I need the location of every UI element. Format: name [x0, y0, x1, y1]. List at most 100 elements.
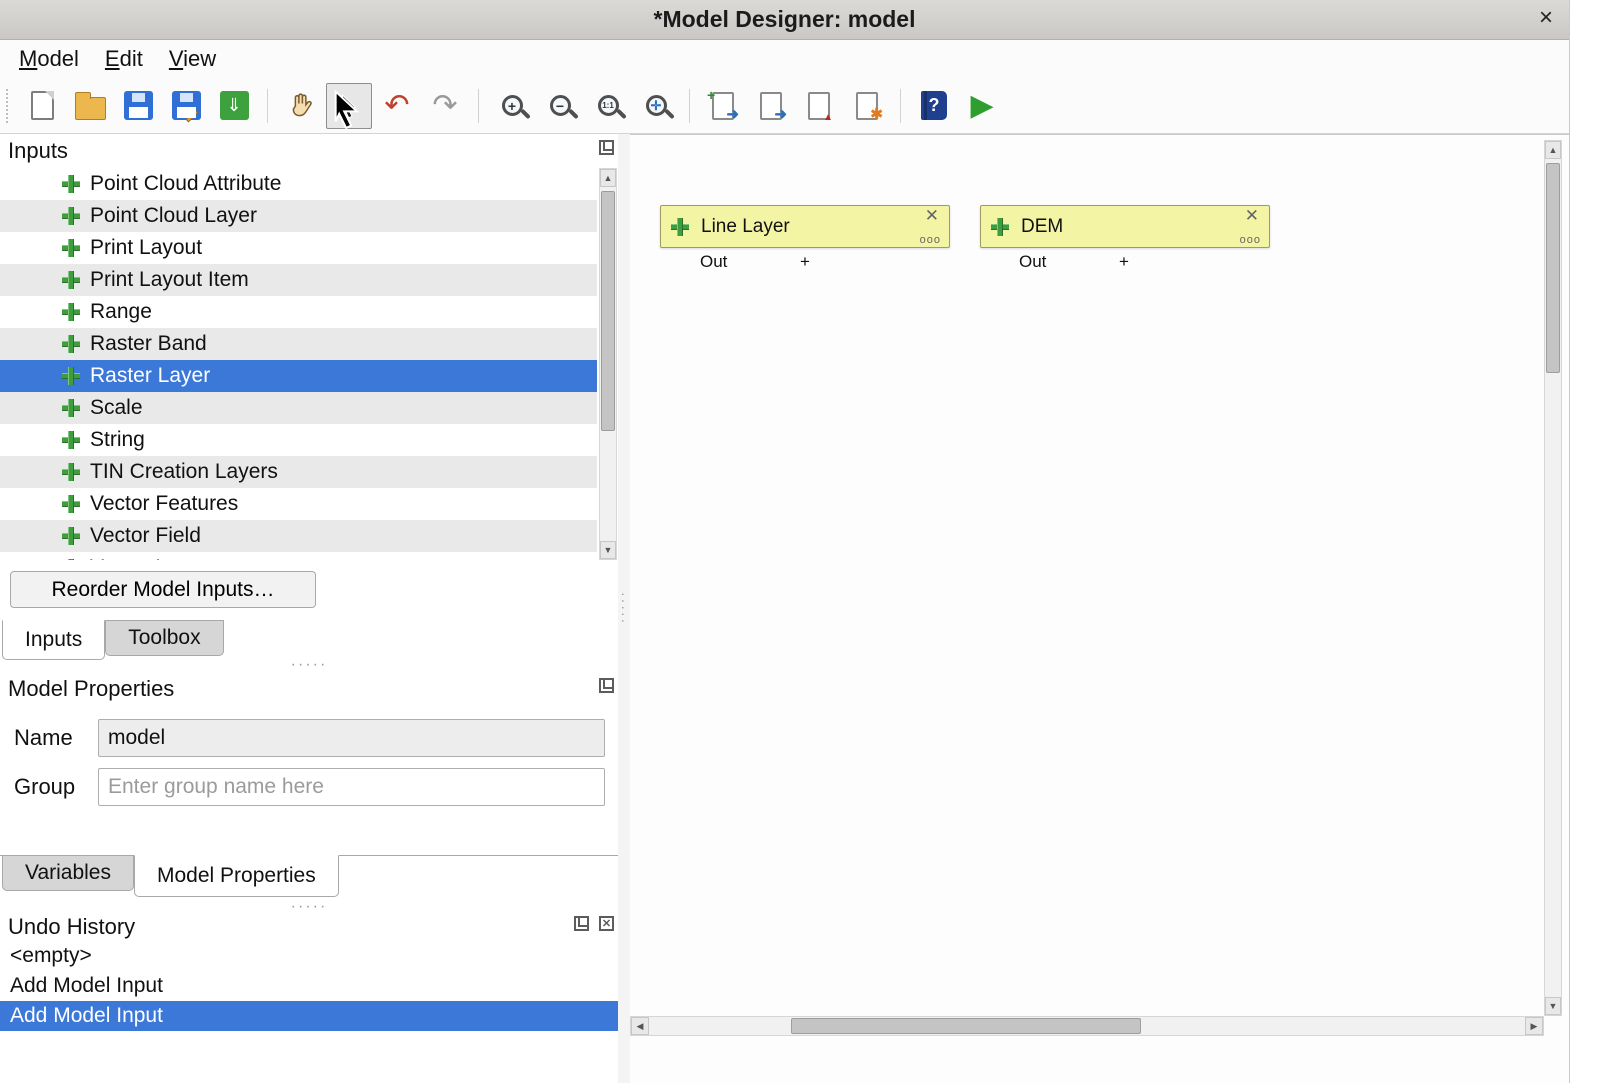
- zoom-in-icon: +: [502, 95, 523, 116]
- node-expand-toggle[interactable]: +: [1119, 252, 1129, 272]
- export-image-button[interactable]: +➜: [700, 83, 746, 129]
- toolbar: ↶ ↷ + − 1:1 ✛ +➜ ➜ ▲ ✱ ? ▶: [0, 78, 1569, 134]
- float-panel-icon[interactable]: [574, 916, 589, 931]
- scroll-right-icon[interactable]: ▶: [1525, 1017, 1543, 1035]
- scroll-down-icon[interactable]: ▼: [600, 541, 616, 559]
- undo-step-empty[interactable]: <empty>: [0, 941, 618, 971]
- input-type-label: Vector Field: [90, 524, 201, 548]
- panel-splitter-handle[interactable]: ·····: [0, 902, 618, 912]
- inputs-list: Point Cloud Attribute Point Cloud Layer …: [0, 168, 618, 560]
- help-icon: ?: [921, 91, 947, 120]
- node-comment-dots-icon[interactable]: ooo: [920, 234, 941, 246]
- tab-variables[interactable]: Variables: [2, 855, 134, 891]
- float-panel-icon[interactable]: [599, 678, 614, 693]
- properties-tabbar: Variables Model Properties: [0, 855, 618, 897]
- input-type-vector-layer[interactable]: Vector Layer: [0, 552, 597, 560]
- model-designer-window: *Model Designer: model × Model Edit View…: [0, 0, 1570, 1083]
- input-type-range[interactable]: Range: [0, 296, 597, 328]
- tab-toolbox[interactable]: Toolbox: [105, 620, 223, 656]
- window-title: *Model Designer: model: [654, 6, 916, 33]
- reorder-model-inputs-button[interactable]: Reorder Model Inputs…: [10, 571, 316, 608]
- input-type-point-cloud-attribute[interactable]: Point Cloud Attribute: [0, 168, 597, 200]
- remove-node-icon[interactable]: ✕: [925, 207, 939, 226]
- tab-inputs[interactable]: Inputs: [2, 620, 105, 660]
- redo-button[interactable]: ↷: [422, 83, 468, 129]
- input-type-raster-layer[interactable]: Raster Layer: [0, 360, 597, 392]
- help-button[interactable]: ?: [911, 83, 957, 129]
- input-type-label: TIN Creation Layers: [90, 460, 278, 484]
- input-type-vector-features[interactable]: Vector Features: [0, 488, 597, 520]
- save-model-as-button[interactable]: [163, 83, 209, 129]
- model-name-input[interactable]: [98, 719, 605, 757]
- scrollbar-thumb[interactable]: [1546, 163, 1560, 373]
- remove-node-icon[interactable]: ✕: [1245, 207, 1259, 226]
- menu-model[interactable]: Model: [6, 43, 92, 75]
- input-type-vector-field[interactable]: Vector Field: [0, 520, 597, 552]
- scroll-down-icon[interactable]: ▼: [1545, 997, 1561, 1015]
- open-folder-icon: [75, 97, 106, 120]
- float-panel-icon[interactable]: [599, 140, 614, 155]
- undo-step-add-model-input[interactable]: Add Model Input: [0, 971, 618, 1001]
- model-group-input[interactable]: [98, 768, 605, 806]
- add-input-icon: [62, 431, 80, 449]
- model-node-line-layer[interactable]: Line Layer ✕ ooo: [660, 205, 950, 248]
- undo-button[interactable]: ↶: [374, 83, 420, 129]
- node-expand-toggle[interactable]: +: [800, 252, 810, 272]
- window-close-button[interactable]: ×: [1539, 4, 1553, 32]
- scrollbar-thumb[interactable]: [601, 191, 615, 431]
- zoom-actual-button[interactable]: 1:1: [585, 83, 631, 129]
- model-properties-header: Model Properties: [0, 674, 618, 704]
- canvas-horizontal-scrollbar[interactable]: ◀ ▶: [630, 1016, 1544, 1036]
- node-out-label: Out: [700, 252, 727, 272]
- input-type-string[interactable]: String: [0, 424, 597, 456]
- add-input-icon: [62, 367, 80, 385]
- scroll-left-icon[interactable]: ◀: [631, 1017, 649, 1035]
- scroll-up-icon[interactable]: ▲: [600, 169, 616, 187]
- menu-view[interactable]: View: [156, 43, 229, 75]
- name-row: Name: [0, 719, 618, 757]
- panel-splitter-handle[interactable]: ·····: [0, 660, 618, 670]
- zoom-in-button[interactable]: +: [489, 83, 535, 129]
- zoom-actual-icon: 1:1: [598, 95, 619, 116]
- input-type-label: Vector Features: [90, 492, 238, 516]
- toolbar-separator: [900, 89, 901, 123]
- zoom-full-button[interactable]: ✛: [633, 83, 679, 129]
- tab-model-properties[interactable]: Model Properties: [134, 855, 339, 897]
- add-input-icon: [62, 559, 80, 560]
- new-model-button[interactable]: [19, 83, 65, 129]
- input-type-print-layout-item[interactable]: Print Layout Item: [0, 264, 597, 296]
- zoom-out-button[interactable]: −: [537, 83, 583, 129]
- save-model-button[interactable]: [115, 83, 161, 129]
- export-pdf-button[interactable]: ▲: [796, 83, 842, 129]
- inputs-list-scrollbar[interactable]: ▲ ▼: [599, 168, 617, 560]
- input-type-scale[interactable]: Scale: [0, 392, 597, 424]
- open-model-button[interactable]: [67, 83, 113, 129]
- canvas-vertical-scrollbar[interactable]: ▲ ▼: [1544, 140, 1562, 1016]
- model-node-dem[interactable]: DEM ✕ ooo: [980, 205, 1270, 248]
- new-file-icon: [31, 91, 54, 120]
- export-script-button[interactable]: ✱: [844, 83, 890, 129]
- input-type-label: String: [90, 428, 145, 452]
- input-type-point-cloud-layer[interactable]: Point Cloud Layer: [0, 200, 597, 232]
- redo-icon: ↷: [432, 91, 457, 121]
- pan-tool-button[interactable]: [278, 83, 324, 129]
- model-canvas[interactable]: [630, 134, 1569, 1083]
- input-type-raster-band[interactable]: Raster Band: [0, 328, 597, 360]
- undo-step-add-model-input-current[interactable]: Add Model Input: [0, 1001, 618, 1031]
- input-type-tin-creation-layers[interactable]: TIN Creation Layers: [0, 456, 597, 488]
- save-model-in-project-button[interactable]: [211, 83, 257, 129]
- export-image-icon: +➜: [712, 92, 734, 120]
- run-model-button[interactable]: ▶: [959, 83, 1005, 129]
- scroll-up-icon[interactable]: ▲: [1545, 141, 1561, 159]
- dock-canvas-splitter[interactable]: ·····: [618, 134, 630, 1083]
- input-type-label: Print Layout Item: [90, 268, 249, 292]
- scrollbar-thumb[interactable]: [791, 1018, 1141, 1034]
- add-input-icon: [62, 463, 80, 481]
- menu-edit[interactable]: Edit: [92, 43, 156, 75]
- input-type-print-layout[interactable]: Print Layout: [0, 232, 597, 264]
- select-tool-button[interactable]: [326, 83, 372, 129]
- export-dxf-button[interactable]: ➜: [748, 83, 794, 129]
- toolbar-handle[interactable]: [6, 89, 12, 123]
- node-comment-dots-icon[interactable]: ooo: [1240, 234, 1261, 246]
- close-panel-icon[interactable]: ✕: [599, 916, 614, 931]
